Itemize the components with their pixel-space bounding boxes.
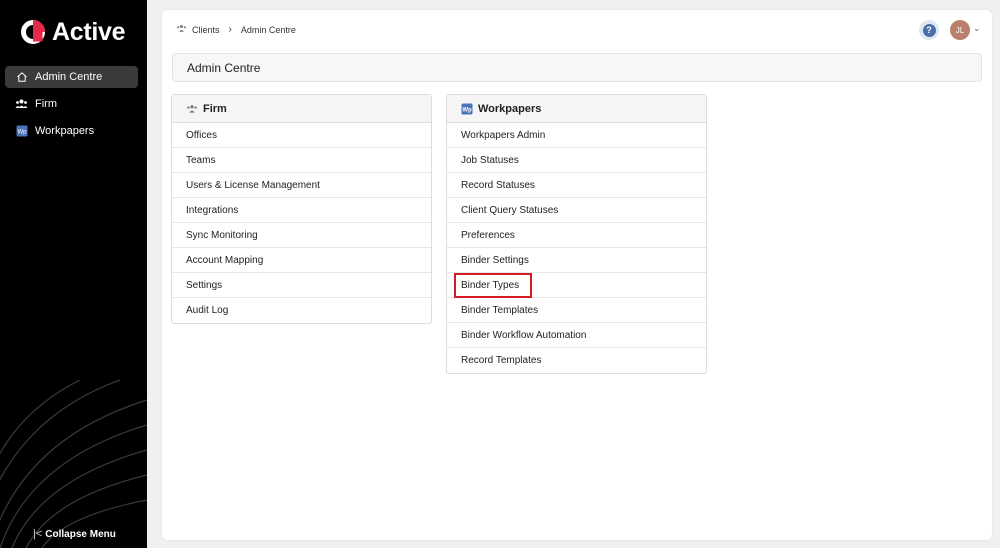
workpapers-icon: Wp — [15, 125, 28, 138]
wp-item-preferences[interactable]: Preferences — [447, 223, 706, 248]
page-title: Admin Centre — [172, 53, 982, 82]
firm-panel-title: Firm — [203, 102, 227, 115]
firm-item-users-license[interactable]: Users & License Management — [172, 173, 431, 198]
firm-item-audit-log[interactable]: Audit Log — [172, 298, 431, 323]
help-button[interactable]: ? — [919, 20, 939, 40]
firm-item-account-mapping[interactable]: Account Mapping — [172, 248, 431, 273]
wp-item-binder-workflow-automation[interactable]: Binder Workflow Automation — [447, 323, 706, 348]
wp-item-job-statuses[interactable]: Job Statuses — [447, 148, 706, 173]
sidebar-item-workpapers[interactable]: Wp Workpapers — [5, 120, 138, 142]
people-icon — [176, 24, 187, 35]
main-content: Clients › Admin Centre ? JL ⌄ Admin Cent… — [162, 10, 992, 540]
active-logo-icon — [21, 20, 45, 44]
highlight-box — [454, 273, 532, 298]
svg-text:Wp: Wp — [462, 107, 472, 113]
sidebar-item-label: Admin Centre — [35, 71, 103, 83]
chevron-right-icon: › — [228, 24, 232, 35]
wp-item-binder-settings[interactable]: Binder Settings — [447, 248, 706, 273]
chevron-down-icon[interactable]: ⌄ — [973, 23, 981, 34]
wp-item-client-query-statuses[interactable]: Client Query Statuses — [447, 198, 706, 223]
sidebar: Active Admin Centre Firm Wp Workpapers |… — [0, 0, 147, 548]
firm-item-sync-monitoring[interactable]: Sync Monitoring — [172, 223, 431, 248]
wp-item-workpapers-admin[interactable]: Workpapers Admin — [447, 123, 706, 148]
sidebar-nav: Admin Centre Firm Wp Workpapers — [5, 66, 138, 147]
wp-item-binder-templates[interactable]: Binder Templates — [447, 298, 706, 323]
people-icon — [186, 104, 198, 114]
sidebar-item-label: Firm — [35, 98, 57, 110]
wp-item-record-statuses[interactable]: Record Statuses — [447, 173, 706, 198]
sidebar-item-admin-centre[interactable]: Admin Centre — [5, 66, 138, 88]
decorative-swirl — [0, 380, 147, 548]
firm-panel-header: Firm — [172, 95, 431, 123]
wp-item-record-templates[interactable]: Record Templates — [447, 348, 706, 373]
top-bar: Clients › Admin Centre ? JL ⌄ — [162, 10, 992, 50]
sidebar-item-firm[interactable]: Firm — [5, 93, 138, 115]
collapse-icon: |< — [33, 528, 43, 540]
workpapers-panel: Wp Workpapers Workpapers Admin Job Statu… — [446, 94, 707, 374]
brand-logo[interactable]: Active — [20, 17, 126, 47]
workpapers-panel-header: Wp Workpapers — [447, 95, 706, 123]
wp-item-binder-types[interactable]: Binder Types — [447, 273, 706, 298]
breadcrumb-admin-centre: Admin Centre — [240, 24, 296, 35]
firm-item-settings[interactable]: Settings — [172, 273, 431, 298]
firm-panel: Firm Offices Teams Users & License Manag… — [171, 94, 432, 324]
sidebar-item-label: Workpapers — [35, 125, 95, 137]
breadcrumb-clients[interactable]: Clients — [192, 25, 220, 35]
breadcrumb: Clients › Admin Centre — [176, 24, 296, 35]
collapse-label: Collapse Menu — [45, 528, 116, 540]
collapse-menu-button[interactable]: |< Collapse Menu — [33, 528, 116, 540]
firm-item-offices[interactable]: Offices — [172, 123, 431, 148]
svg-text:Wp: Wp — [17, 129, 27, 135]
workpapers-icon: Wp — [461, 103, 473, 115]
home-icon — [15, 71, 28, 84]
firm-item-teams[interactable]: Teams — [172, 148, 431, 173]
avatar[interactable]: JL — [950, 20, 970, 40]
firm-item-integrations[interactable]: Integrations — [172, 198, 431, 223]
workpapers-panel-title: Workpapers — [478, 102, 542, 115]
brand-name: Active — [52, 17, 126, 46]
people-icon — [15, 98, 28, 111]
help-icon: ? — [922, 23, 936, 37]
